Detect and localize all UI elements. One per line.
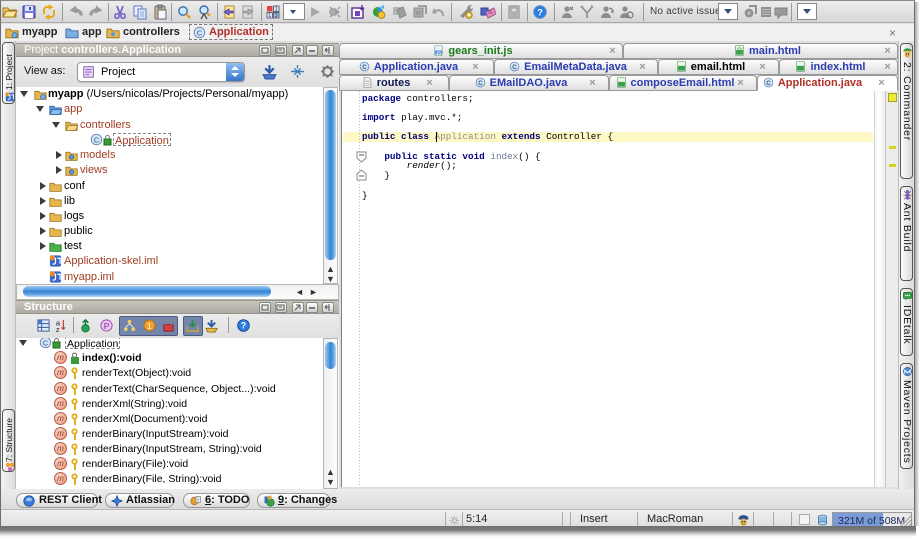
svg-text:C: C [766, 80, 771, 87]
svg-text:1: 1 [147, 321, 152, 331]
svg-text:C: C [94, 135, 99, 144]
svg-text:1: 1 [275, 7, 278, 13]
svg-text:1: 1 [268, 13, 271, 19]
svg-text:3: 3 [275, 13, 278, 19]
svg-text:P: P [104, 321, 110, 331]
svg-text:C: C [197, 28, 202, 37]
svg-text:z: z [56, 325, 60, 333]
svg-text:?: ? [241, 321, 246, 331]
svg-text:JS: JS [436, 50, 441, 55]
svg-text:C: C [43, 338, 48, 347]
svg-text:C: C [362, 64, 367, 71]
svg-text:C: C [478, 80, 483, 87]
svg-text:?: ? [537, 7, 543, 18]
svg-text:C: C [512, 64, 517, 71]
